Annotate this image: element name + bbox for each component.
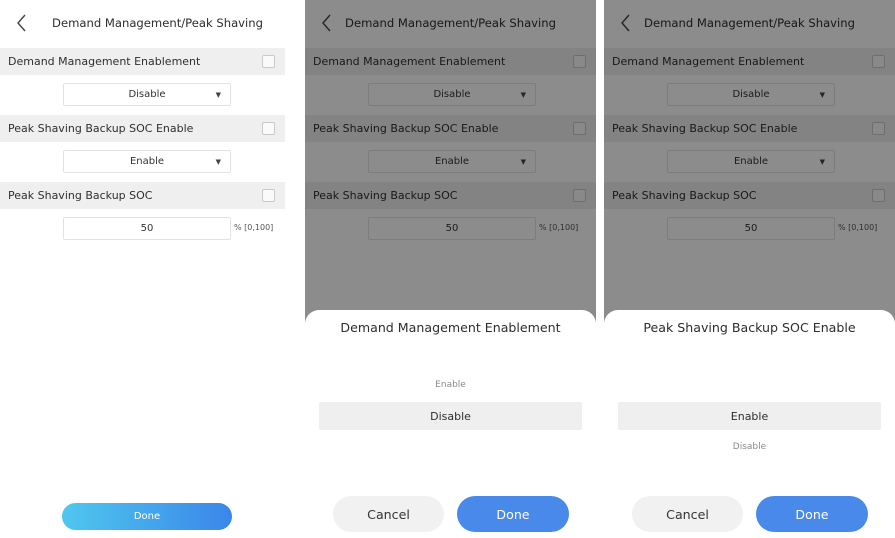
checkbox[interactable] bbox=[262, 122, 275, 135]
done-button[interactable]: Done bbox=[457, 496, 569, 532]
setting-label: Peak Shaving Backup SOC bbox=[8, 189, 153, 202]
picker-option-label: Disable bbox=[430, 409, 471, 423]
done-button[interactable]: Done bbox=[62, 503, 232, 530]
setting-row-demand-management: Demand Management Enablement bbox=[0, 48, 285, 75]
picker-option-disable[interactable]: Disable bbox=[618, 442, 881, 452]
peak-shaving-enable-select[interactable]: Enable ▼ bbox=[63, 150, 231, 173]
picker-option-enable[interactable]: Enable bbox=[618, 402, 881, 430]
unit-range: % [0,100] bbox=[234, 223, 274, 232]
picker-option-label: Enable bbox=[730, 409, 769, 423]
done-label: Done bbox=[795, 506, 829, 522]
settings-list: Demand Management Enablement Disable ▼ P… bbox=[0, 48, 285, 249]
done-label: Done bbox=[133, 511, 161, 522]
setting-row-backup-soc: Peak Shaving Backup SOC bbox=[0, 182, 285, 209]
cancel-label: Cancel bbox=[367, 506, 410, 522]
checkbox[interactable] bbox=[262, 55, 275, 68]
settings-screen-with-picker: Demand Management/Peak Shaving Demand Ma… bbox=[305, 0, 596, 538]
header: Demand Management/Peak Shaving bbox=[0, 0, 285, 47]
backup-soc-input[interactable]: 50 bbox=[63, 217, 231, 240]
settings-screen: Demand Management/Peak Shaving Demand Ma… bbox=[0, 0, 285, 538]
picker-option-enable[interactable]: Enable bbox=[319, 380, 582, 390]
done-label: Done bbox=[496, 506, 530, 522]
setting-label: Peak Shaving Backup SOC Enable bbox=[8, 122, 194, 135]
back-arrow-icon[interactable] bbox=[12, 12, 32, 34]
demand-management-select[interactable]: Disable ▼ bbox=[63, 83, 231, 106]
cancel-button[interactable]: Cancel bbox=[333, 496, 444, 532]
picker-sheet: Peak Shaving Backup SOC Enable Enable Di… bbox=[604, 310, 895, 538]
picker-title: Demand Management Enablement bbox=[340, 320, 561, 335]
setting-label: Demand Management Enablement bbox=[8, 55, 201, 68]
setting-row-peak-shaving-enable: Peak Shaving Backup SOC Enable bbox=[0, 115, 285, 142]
select-value: Enable bbox=[129, 156, 165, 167]
cancel-label: Cancel bbox=[666, 506, 709, 522]
page-title: Demand Management/Peak Shaving bbox=[52, 16, 263, 30]
input-value: 50 bbox=[140, 223, 154, 234]
caret-down-icon: ▼ bbox=[215, 91, 221, 99]
picker-sheet: Demand Management Enablement Enable Disa… bbox=[305, 310, 596, 538]
picker-title: Peak Shaving Backup SOC Enable bbox=[643, 320, 856, 335]
done-button[interactable]: Done bbox=[756, 496, 868, 532]
picker-option-disable[interactable]: Disable bbox=[319, 402, 582, 430]
checkbox[interactable] bbox=[262, 189, 275, 202]
cancel-button[interactable]: Cancel bbox=[632, 496, 743, 532]
settings-screen-with-picker: Demand Management/Peak Shaving Demand Ma… bbox=[604, 0, 895, 538]
caret-down-icon: ▼ bbox=[215, 158, 221, 166]
select-value: Disable bbox=[128, 89, 166, 100]
